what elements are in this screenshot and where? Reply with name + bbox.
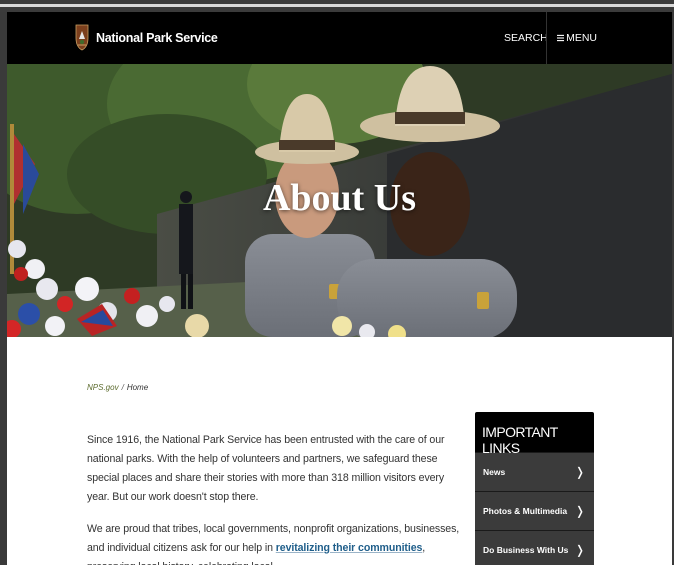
breadcrumb-separator: / xyxy=(121,383,124,392)
about-body-copy: Since 1916, the National Park Service ha… xyxy=(87,431,467,565)
chevron-right-icon: ❭ xyxy=(574,504,585,518)
important-link-label: Do Business With Us xyxy=(483,545,569,555)
search-button[interactable]: SEARCH xyxy=(501,12,548,64)
hero-title: About Us xyxy=(262,177,417,219)
important-link-photos-multimedia[interactable]: Photos & Multimedia ❭ xyxy=(475,491,594,530)
hamburger-menu-icon xyxy=(557,34,565,42)
window-top-bar xyxy=(0,0,674,12)
paragraph-intro: Since 1916, the National Park Service ha… xyxy=(87,434,445,503)
important-link-label: News xyxy=(483,467,506,477)
important-link-label: Photos & Multimedia xyxy=(483,506,568,516)
important-link-do-business[interactable]: Do Business With Us ❭ xyxy=(475,530,594,565)
breadcrumb-current: Home xyxy=(126,383,149,392)
nps-arrowhead-logo[interactable] xyxy=(75,23,89,51)
breadcrumb: NPS.gov / Home xyxy=(87,383,148,392)
header-divider xyxy=(546,12,547,64)
chevron-right-icon: ❭ xyxy=(574,543,585,557)
site-brand-title[interactable]: National Park Service xyxy=(96,31,218,45)
important-links-heading: IMPORTANT LINKS xyxy=(482,424,558,456)
important-links-panel: IMPORTANT LINKS News ❭ Photos & Multimed… xyxy=(475,412,594,565)
menu-label: MENU xyxy=(566,32,597,44)
hero-banner: About Us xyxy=(7,64,672,337)
search-label: SEARCH xyxy=(504,32,548,44)
paragraph-community: We are proud that tribes, local governme… xyxy=(87,520,467,565)
breadcrumb-root-link[interactable]: NPS.gov xyxy=(87,383,119,392)
page: National Park Service SEARCH MENU About … xyxy=(7,12,672,565)
site-header: National Park Service SEARCH MENU xyxy=(7,12,672,64)
revitalizing-communities-link[interactable]: revitalizing their communities xyxy=(276,542,423,554)
important-link-news[interactable]: News ❭ xyxy=(475,452,594,491)
window-left-edge xyxy=(0,12,7,565)
menu-button[interactable]: MENU xyxy=(557,12,597,64)
window-top-line xyxy=(0,4,674,7)
chevron-right-icon: ❭ xyxy=(574,465,585,479)
